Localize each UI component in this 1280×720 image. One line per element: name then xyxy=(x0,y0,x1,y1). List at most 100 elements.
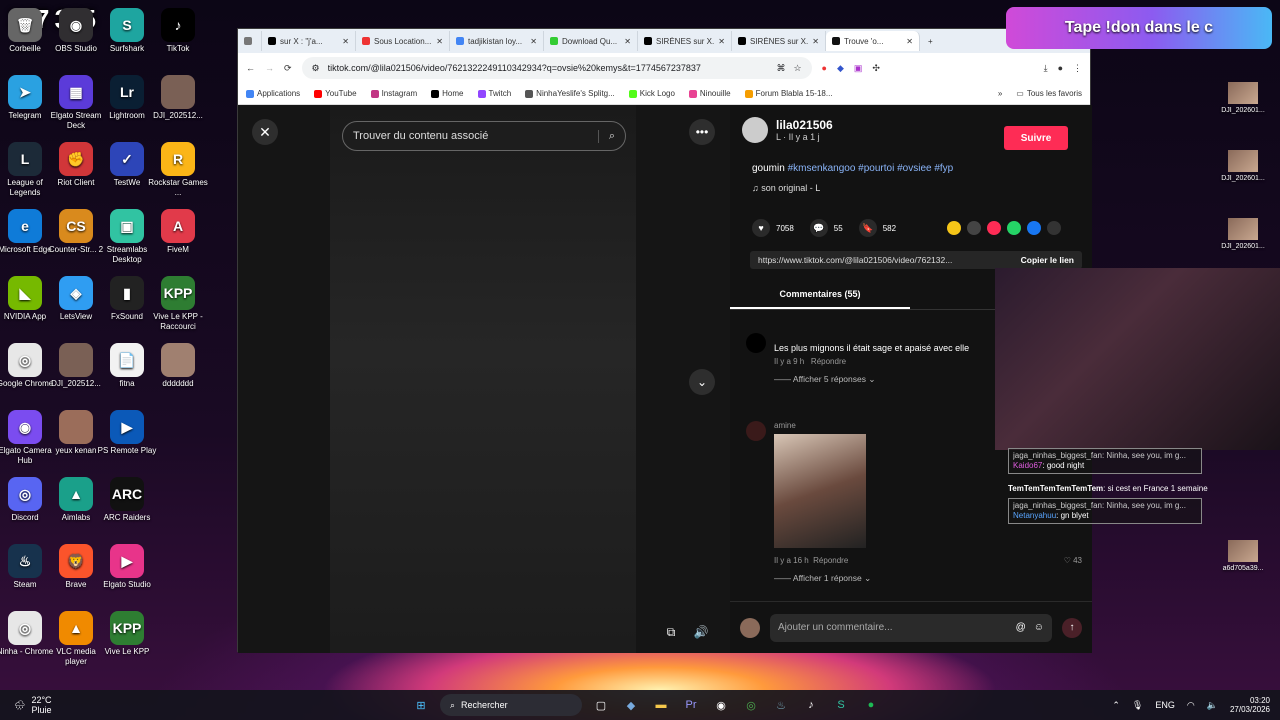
bookmark-star-icon[interactable]: ☆ xyxy=(793,63,801,74)
mic-icon[interactable]: 🎙 xyxy=(1132,700,1143,711)
close-tab-icon[interactable]: ✕ xyxy=(436,37,443,46)
chat-username[interactable]: TemTemTemTemTemTem xyxy=(1008,484,1103,493)
omnibox[interactable]: ⚙ tiktok.com/@lila021506/video/762132224… xyxy=(301,57,812,79)
show-replies-button[interactable]: —— Afficher 5 réponses ⌄ xyxy=(774,374,969,385)
steam-icon[interactable]: ♨ xyxy=(770,694,792,716)
browser-tab[interactable]: tadjikistan loy... ✕ xyxy=(450,31,544,51)
emoji-icon[interactable]: ☺ xyxy=(1034,622,1044,633)
volume-icon[interactable]: 🔊 xyxy=(688,619,714,645)
save-button[interactable]: 🔖 582 xyxy=(858,219,896,237)
comment-image[interactable] xyxy=(774,434,866,548)
tab-search-button[interactable] xyxy=(238,31,262,51)
comment-button[interactable]: 💬 55 xyxy=(809,219,843,237)
desktop-icon[interactable]: a6d705a39... xyxy=(1218,540,1268,572)
close-tab-icon[interactable]: ✕ xyxy=(906,37,913,46)
desktop-icon[interactable]: R Rockstar Games ... xyxy=(147,142,209,198)
like-button[interactable]: ♥ 7058 xyxy=(752,219,794,237)
wifi-icon[interactable]: ◠ xyxy=(1187,700,1195,711)
author-name[interactable]: lila021506 xyxy=(776,118,833,132)
desktop-icon[interactable]: DJI_202512... xyxy=(147,75,209,121)
browser-tab[interactable]: Trouve 'o... ✕ xyxy=(826,31,920,51)
browser-tab[interactable]: sur X : "j'a... ✕ xyxy=(262,31,356,51)
clock[interactable]: 03:20 27/03/2026 xyxy=(1230,696,1270,714)
desktop-icon[interactable]: DJI_202601... xyxy=(1218,82,1268,114)
extensions-puzzle-icon[interactable]: ✣ xyxy=(872,63,880,74)
close-tab-icon[interactable]: ✕ xyxy=(530,37,537,46)
bookmark-item[interactable]: NinhaYeslife's Splitg... xyxy=(525,89,615,98)
chrome-icon[interactable]: ◎ xyxy=(740,694,762,716)
more-options-icon[interactable]: ••• xyxy=(689,119,715,145)
downloads-icon[interactable]: ⤓ xyxy=(1044,63,1048,74)
profile-avatar[interactable]: ● xyxy=(1058,63,1063,73)
language-indicator[interactable]: ENG xyxy=(1155,700,1175,710)
related-search-input[interactable]: Trouver du contenu associé ⌕ xyxy=(342,121,626,151)
share-icon[interactable] xyxy=(1047,221,1061,235)
file-explorer-icon[interactable]: ▬ xyxy=(650,694,672,716)
desktop-icon[interactable]: ▶ PS Remote Play xyxy=(96,410,158,456)
author-avatar[interactable] xyxy=(742,117,768,143)
comment-avatar[interactable] xyxy=(746,333,766,353)
hashtags[interactable]: #kmsenkangoo #pourtoi #ovsiee #fyp xyxy=(788,163,954,174)
close-tab-icon[interactable]: ✕ xyxy=(812,37,819,46)
chevron-down-icon[interactable]: ⌄ xyxy=(689,369,715,395)
forward-icon[interactable]: → xyxy=(265,63,274,73)
extension-icon[interactable]: ● xyxy=(822,63,827,73)
follow-button[interactable]: Suivre xyxy=(1004,126,1068,150)
taskbar-search[interactable]: ⌕ Rechercher xyxy=(440,694,582,716)
back-icon[interactable]: ← xyxy=(246,63,255,73)
bookmark-item[interactable]: Applications xyxy=(246,89,300,98)
desktop-icon[interactable]: DJI_202601... xyxy=(1218,150,1268,182)
desktop-icon[interactable]: DJI_202601... xyxy=(1218,218,1268,250)
close-tab-icon[interactable]: ✕ xyxy=(342,37,349,46)
tab-comments[interactable]: Commentaires (55) xyxy=(730,283,910,309)
mention-icon[interactable]: @ xyxy=(1016,622,1026,633)
comment-like[interactable]: ♡ 43 xyxy=(1064,556,1082,565)
comment-avatar[interactable] xyxy=(746,421,766,441)
all-bookmarks-folder[interactable]: ▭ Tous les favoris xyxy=(1016,89,1082,98)
bookmark-item[interactable]: Ninouille xyxy=(688,89,731,98)
send-icon[interactable] xyxy=(987,221,1001,235)
reload-icon[interactable]: ⟳ xyxy=(284,63,292,74)
copy-link-button[interactable]: Copier le lien xyxy=(1021,255,1074,265)
tray-chevron-icon[interactable]: ⌃ xyxy=(1112,700,1120,711)
desktop-icon[interactable]: KPP Vive Le KPP xyxy=(96,611,158,657)
embed-icon[interactable] xyxy=(967,221,981,235)
bookmark-item[interactable]: Instagram xyxy=(370,89,417,98)
reply-button[interactable]: Répondre xyxy=(811,357,846,366)
video-player[interactable] xyxy=(330,105,636,653)
menu-icon[interactable]: ⋮ xyxy=(1073,63,1082,74)
chat-username[interactable]: Kaido67 xyxy=(1013,461,1042,470)
browser-tab[interactable]: Download Qu... ✕ xyxy=(544,31,638,51)
pip-icon[interactable]: ⧉ xyxy=(658,619,684,645)
author-info[interactable]: lila021506 L · Il y a 1 j xyxy=(742,117,833,143)
close-tab-icon[interactable]: ✕ xyxy=(718,37,725,46)
copilot-icon[interactable]: ◆ xyxy=(620,694,642,716)
desktop-icon[interactable]: ▶ Elgato Studio xyxy=(96,544,158,590)
obs-icon[interactable]: ◉ xyxy=(710,694,732,716)
comment-input[interactable]: Ajouter un commentaire... @ ☺ xyxy=(770,613,1052,642)
extension-icon[interactable]: ◆ xyxy=(837,63,844,74)
reply-button[interactable]: Répondre xyxy=(813,556,848,565)
tiktok-icon[interactable]: ♪ xyxy=(800,694,822,716)
browser-tab[interactable]: SIRÈNES sur X... ✕ xyxy=(732,31,826,51)
site-info-icon[interactable]: ⚙ xyxy=(312,63,320,74)
extension-icon[interactable]: ▣ xyxy=(854,63,863,74)
translate-icon[interactable]: ⌘ xyxy=(776,63,785,74)
send-comment-button[interactable]: ↑ xyxy=(1062,617,1082,638)
browser-tab[interactable]: Sous Location... ✕ xyxy=(356,31,450,51)
streamlabs-icon[interactable]: S xyxy=(830,694,852,716)
repost-icon[interactable] xyxy=(947,221,961,235)
search-icon[interactable]: ⌕ xyxy=(597,129,615,143)
music-info[interactable]: ♫ son original - L xyxy=(752,183,820,193)
facebook-icon[interactable] xyxy=(1027,221,1041,235)
whatsapp-icon[interactable] xyxy=(1007,221,1021,235)
volume-tray-icon[interactable]: 🔈 xyxy=(1207,700,1218,711)
bookmark-item[interactable]: Home xyxy=(431,89,464,98)
close-icon[interactable]: ✕ xyxy=(252,119,278,145)
bookmark-item[interactable]: YouTube xyxy=(314,89,357,98)
desktop-icon[interactable]: ♪ TikTok xyxy=(147,8,209,54)
bookmark-item[interactable]: Twitch xyxy=(477,89,511,98)
windows-start-icon[interactable]: ⊞ xyxy=(410,694,432,716)
comment-user[interactable] xyxy=(774,333,969,343)
desktop-icon[interactable]: ARC ARC Raiders xyxy=(96,477,158,523)
